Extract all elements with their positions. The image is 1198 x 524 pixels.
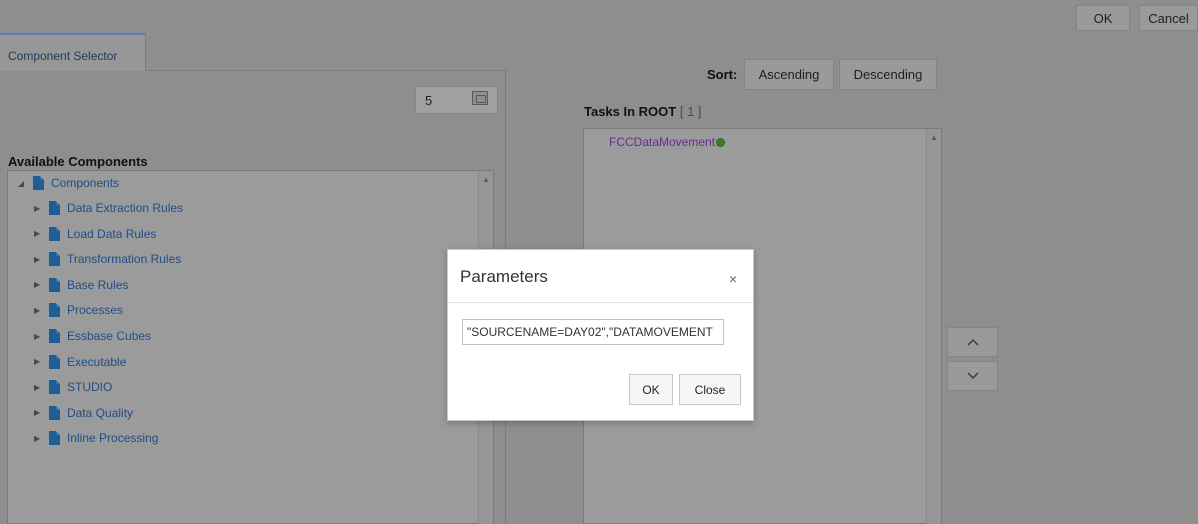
document-icon: [49, 354, 60, 369]
document-icon: [49, 329, 60, 343]
available-components-label: Available Components: [8, 154, 148, 169]
document-icon: [49, 277, 60, 292]
expand-icon[interactable]: ▶: [34, 255, 44, 264]
expand-icon[interactable]: ▶: [34, 434, 44, 443]
sort-label: Sort:: [707, 67, 738, 82]
chevron-down-icon: [966, 372, 979, 380]
tree-item[interactable]: ▶ Transformation Rules: [34, 248, 181, 270]
tree-item[interactable]: ▶ Load Data Rules: [34, 223, 156, 245]
tree-root-label: Components: [51, 176, 120, 190]
sort-descending-button[interactable]: Descending: [839, 59, 937, 90]
scroll-up-icon[interactable]: ▲: [482, 175, 490, 184]
parameters-input[interactable]: [462, 319, 724, 345]
calendar-icon[interactable]: [472, 91, 488, 105]
document-icon: [49, 303, 60, 318]
sort-ascending-button[interactable]: Ascending: [744, 59, 834, 90]
expand-icon[interactable]: ▶: [34, 229, 44, 238]
tree-item-label: STUDIO: [67, 380, 113, 395]
tasks-count: [ 1 ]: [679, 104, 702, 119]
tree-item-label: Processes: [67, 303, 124, 318]
tree-item[interactable]: ▶ Inline Processing: [34, 427, 158, 449]
tree-item[interactable]: ▶ Executable: [34, 351, 126, 373]
expand-icon[interactable]: ▶: [34, 204, 44, 213]
move-up-button[interactable]: [947, 327, 998, 357]
document-icon: [49, 405, 60, 420]
tree-item-label: Data Extraction Rules: [67, 201, 184, 215]
tree-item-label: Essbase Cubes: [67, 329, 152, 343]
document-icon: [49, 201, 60, 215]
tree-item-label: Base Rules: [67, 277, 129, 292]
scroll-up-icon[interactable]: ▲: [930, 133, 938, 142]
dialog-ok-button[interactable]: OK: [629, 374, 673, 405]
document-icon: [49, 380, 60, 395]
document-icon: [33, 176, 44, 190]
move-down-button[interactable]: [947, 361, 998, 391]
document-icon: [49, 226, 60, 241]
dialog-divider: [448, 302, 753, 303]
tree-item-label: Executable: [67, 354, 127, 369]
expand-icon[interactable]: ▶: [34, 280, 44, 289]
ok-button[interactable]: OK: [1076, 5, 1130, 31]
tree-root[interactable]: ◢ Components: [18, 172, 119, 194]
dialog-close-button[interactable]: Close: [679, 374, 741, 405]
task-label: FCCDataMovement: [609, 135, 716, 149]
tree-item-label: Transformation Rules: [67, 252, 182, 267]
tree-item[interactable]: ▶ Essbase Cubes: [34, 325, 151, 347]
tree-item-label: Data Quality: [67, 405, 134, 420]
dialog-title: Parameters: [460, 267, 548, 286]
expand-icon[interactable]: ▶: [34, 306, 44, 315]
tasks-scrollbar[interactable]: ▲: [926, 129, 941, 524]
document-icon: [49, 252, 60, 267]
tasks-title: Tasks In ROOT: [584, 104, 677, 119]
tree-item-label: Load Data Rules: [67, 226, 157, 241]
chevron-up-icon: [966, 338, 979, 346]
tree-item[interactable]: ▶ Data Quality: [34, 402, 133, 424]
cancel-button[interactable]: Cancel: [1139, 5, 1198, 31]
expand-icon[interactable]: ▶: [34, 408, 44, 417]
expanded-icon[interactable]: ◢: [18, 179, 28, 188]
parameters-dialog: Parameters × OK Close: [447, 249, 754, 421]
close-icon[interactable]: ×: [729, 271, 737, 287]
tasks-label: Tasks In ROOT [ 1 ]: [584, 104, 702, 119]
tree-item[interactable]: ▶ Data Extraction Rules: [34, 197, 183, 219]
tab-component-selector[interactable]: Component Selector: [0, 33, 146, 71]
expand-icon[interactable]: ▶: [34, 357, 44, 366]
tree-item[interactable]: ▶ Processes: [34, 299, 123, 321]
expand-icon[interactable]: ▶: [34, 383, 44, 392]
document-icon: [49, 431, 60, 446]
tree-item[interactable]: ▶ Base Rules: [34, 274, 128, 296]
expand-icon[interactable]: ▶: [34, 332, 44, 341]
task-item[interactable]: FCCDataMovement: [609, 135, 726, 149]
tab-divider: [146, 70, 506, 71]
tree-item-label: Inline Processing: [67, 431, 159, 446]
tree-item[interactable]: ▶ STUDIO: [34, 376, 112, 398]
gear-icon[interactable]: [716, 137, 726, 147]
